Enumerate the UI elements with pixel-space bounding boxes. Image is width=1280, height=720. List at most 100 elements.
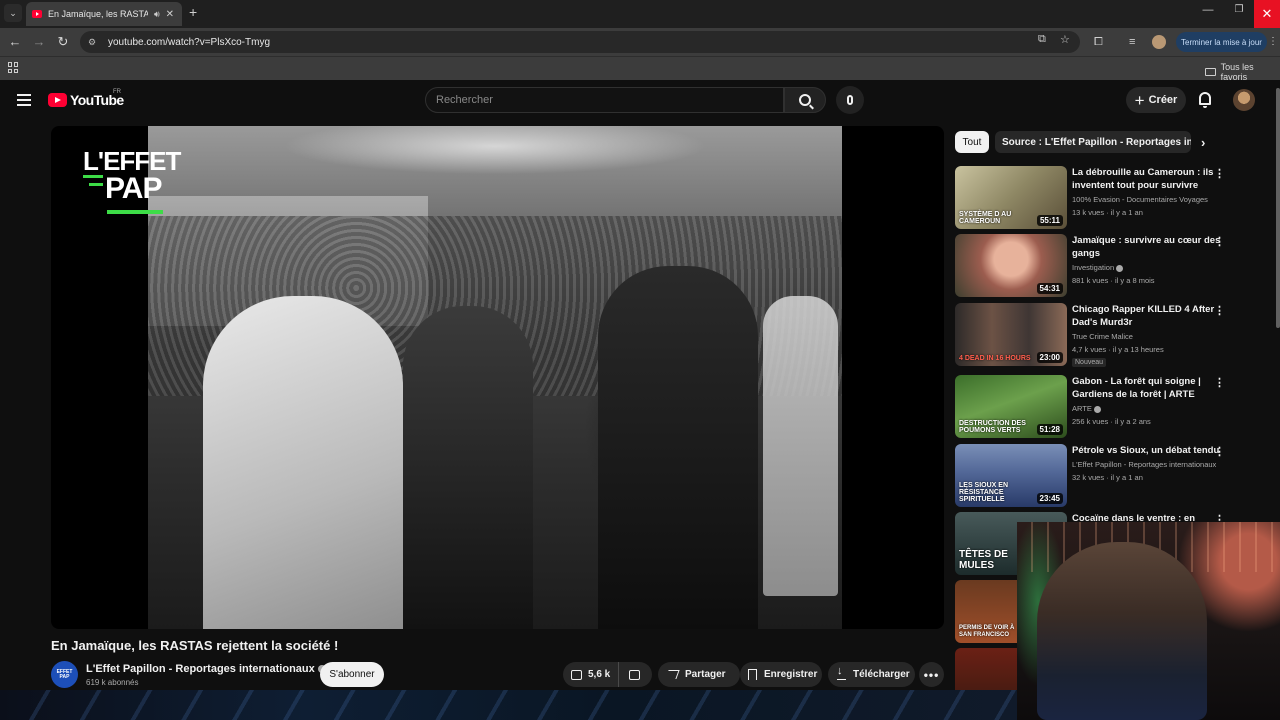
- recommendation-item[interactable]: SYSTÈME D AU CAMEROUN 55:11 La débrouill…: [955, 166, 1235, 230]
- video-throne: [763, 296, 838, 596]
- download-button[interactable]: Télécharger: [828, 662, 915, 687]
- recommendation-title[interactable]: Chicago Rapper KILLED 4 After Dad's Murd…: [1072, 303, 1222, 329]
- recommendation-channel[interactable]: L'Effet Papillon - Reportages internatio…: [1072, 460, 1227, 469]
- thumbnail-caption: 4 DEAD IN 16 HOURS: [959, 355, 1031, 362]
- speaker-icon[interactable]: 🔊︎: [154, 9, 160, 20]
- plus-icon: +: [1134, 90, 1145, 110]
- video-thumbnail[interactable]: 4 DEAD IN 16 HOURS 23:00: [955, 303, 1067, 366]
- page-scrollbar[interactable]: [1276, 88, 1280, 328]
- search-button[interactable]: [784, 87, 826, 113]
- recommendation-channel[interactable]: True Crime Malice: [1072, 332, 1227, 341]
- desktop-background-pattern: [0, 690, 1017, 720]
- restore-window-icon[interactable]: ❐: [1231, 4, 1247, 22]
- chip-all[interactable]: Tout: [955, 131, 989, 153]
- guide-menu-icon[interactable]: [17, 94, 31, 106]
- bookmark-star-icon[interactable]: ☆: [1060, 33, 1070, 46]
- more-options-icon[interactable]: ⋮: [1214, 304, 1225, 317]
- recommendation-item[interactable]: LES SIOUX EN RÉSISTANCE SPIRITUELLE 23:4…: [955, 444, 1235, 508]
- share-arrow-icon: [665, 670, 680, 679]
- subscriber-count: 619 k abonnés: [86, 678, 139, 687]
- duration-badge: 23:45: [1036, 493, 1063, 504]
- verified-badge-icon: [1116, 264, 1124, 272]
- recommendation-title[interactable]: Pétrole vs Sioux, un débat tendu: [1072, 444, 1222, 457]
- video-figure-uniform: [598, 266, 758, 629]
- thumbnail-caption: DESTRUCTION DES POUMONS VERTS: [959, 420, 1026, 434]
- video-thumbnail[interactable]: SYSTÈME D AU CAMEROUN 55:11: [955, 166, 1067, 229]
- browser-profile-avatar[interactable]: [1152, 35, 1166, 49]
- new-tab-icon[interactable]: +: [189, 5, 197, 19]
- account-avatar[interactable]: [1233, 89, 1255, 111]
- notifications-bell-icon[interactable]: [1199, 92, 1211, 108]
- subscribe-button[interactable]: S'abonner: [320, 662, 384, 687]
- site-info-icon[interactable]: ⚙: [88, 37, 100, 47]
- search-input[interactable]: Rechercher: [425, 87, 784, 113]
- apps-grid-icon[interactable]: [8, 62, 19, 73]
- create-label: Créer: [1148, 94, 1178, 106]
- close-window-icon[interactable]: ✕: [1254, 0, 1280, 28]
- desktop-background-strip: [0, 690, 1017, 720]
- save-button[interactable]: Enregistrer: [740, 662, 822, 687]
- more-actions-button[interactable]: •••: [919, 662, 944, 687]
- extensions-icon[interactable]: ⧠: [1094, 36, 1103, 49]
- share-button[interactable]: Partager: [658, 662, 740, 687]
- channel-watermark-logo: L'EFFET PAP: [83, 148, 193, 218]
- voice-search-button[interactable]: [836, 86, 864, 114]
- address-bar[interactable]: ⚙ youtube.com/watch?v=PlsXco-Tmyg: [80, 31, 1080, 53]
- recommendation-item[interactable]: DESTRUCTION DES POUMONS VERTS 51:28 Gabo…: [955, 375, 1235, 439]
- update-browser-button[interactable]: Terminer la mise à jour: [1176, 32, 1267, 52]
- watermark-bar: [83, 175, 103, 178]
- video-player[interactable]: L'EFFET PAP: [51, 126, 944, 629]
- like-dislike-bar: 5,6 k: [563, 662, 652, 687]
- back-arrow-icon[interactable]: ←: [7, 34, 23, 50]
- more-options-icon[interactable]: ⋮: [1214, 445, 1225, 458]
- more-options-icon[interactable]: ⋮: [1214, 376, 1225, 389]
- recommendation-title[interactable]: Gabon - La forêt qui soigne | Gardiens d…: [1072, 375, 1222, 401]
- video-title: En Jamaïque, les RASTAS rejettent la soc…: [51, 638, 339, 653]
- install-app-icon[interactable]: ⧉: [1038, 33, 1046, 46]
- share-label: Partager: [685, 669, 726, 680]
- channel-name[interactable]: Investigation: [1072, 263, 1114, 272]
- reload-icon[interactable]: ↻: [55, 34, 71, 50]
- video-frame[interactable]: [148, 126, 842, 629]
- like-count: 5,6 k: [588, 669, 611, 680]
- url-text[interactable]: youtube.com/watch?v=PlsXco-Tmyg: [108, 37, 270, 48]
- recommendation-meta: 13 k vues · il y a 1 an: [1072, 208, 1143, 217]
- browser-toolbar: ← → ↻ ⚙ youtube.com/watch?v=PlsXco-Tmyg …: [0, 28, 1280, 56]
- browser-tab-active[interactable]: En Jamaïque, les RASTAS re 🔊︎ ✕: [26, 2, 182, 26]
- chip-source[interactable]: Source : L'Effet Papillon - Reportages i…: [995, 131, 1191, 153]
- like-button[interactable]: 5,6 k: [563, 662, 620, 687]
- recommendation-item[interactable]: 4 DEAD IN 16 HOURS 23:00 Chicago Rapper …: [955, 303, 1235, 367]
- recommendation-title[interactable]: La débrouille au Cameroun : ils inventen…: [1072, 166, 1222, 192]
- recommendation-channel[interactable]: Investigation: [1072, 263, 1227, 272]
- video-thumbnail[interactable]: 54:31: [955, 234, 1067, 297]
- minimize-window-icon[interactable]: —: [1200, 4, 1216, 22]
- chevron-right-icon[interactable]: ›: [1201, 135, 1205, 150]
- microphone-icon: [847, 95, 853, 105]
- tab-search-icon[interactable]: ⌄: [4, 4, 22, 22]
- create-button[interactable]: + Créer: [1126, 87, 1186, 113]
- video-thumbnail[interactable]: DESTRUCTION DES POUMONS VERTS 51:28: [955, 375, 1067, 438]
- channel-name[interactable]: L'Effet Papillon - Reportages internatio…: [86, 663, 315, 675]
- close-tab-icon[interactable]: ✕: [166, 9, 174, 20]
- channel-name[interactable]: ARTE: [1072, 404, 1092, 413]
- channel-avatar[interactable]: EFFET PAP: [51, 661, 78, 688]
- recommendation-meta: 4,7 k vues · il y a 13 heures: [1072, 345, 1164, 354]
- recommendation-channel[interactable]: ARTE: [1072, 404, 1227, 413]
- verified-badge-icon: [1093, 405, 1101, 413]
- all-bookmarks-button[interactable]: Tous les favoris: [1205, 62, 1280, 82]
- channel-name-link[interactable]: L'Effet Papillon - Reportages internatio…: [86, 663, 326, 675]
- duration-badge: 55:11: [1036, 215, 1063, 226]
- video-figure-dark: [403, 306, 533, 629]
- recommendation-channel[interactable]: 100% Evasion - Documentaires Voyages: [1072, 195, 1227, 204]
- bookmarks-bar: Tous les favoris: [0, 56, 1280, 82]
- more-options-icon[interactable]: ⋮: [1214, 167, 1225, 180]
- recommendation-title[interactable]: Jamaïque : survivre au cœur des gangs: [1072, 234, 1222, 260]
- webcam-overlay: [1017, 522, 1280, 720]
- forward-arrow-icon[interactable]: →: [31, 34, 47, 50]
- reading-list-icon[interactable]: ≡: [1129, 36, 1135, 48]
- more-options-icon[interactable]: ⋮: [1214, 235, 1225, 248]
- video-thumbnail[interactable]: LES SIOUX EN RÉSISTANCE SPIRITUELLE 23:4…: [955, 444, 1067, 507]
- recommendation-item[interactable]: 54:31 Jamaïque : survivre au cœur des ga…: [955, 234, 1235, 298]
- dislike-button[interactable]: [619, 662, 649, 687]
- browser-menu-icon[interactable]: ⋮: [1268, 36, 1278, 47]
